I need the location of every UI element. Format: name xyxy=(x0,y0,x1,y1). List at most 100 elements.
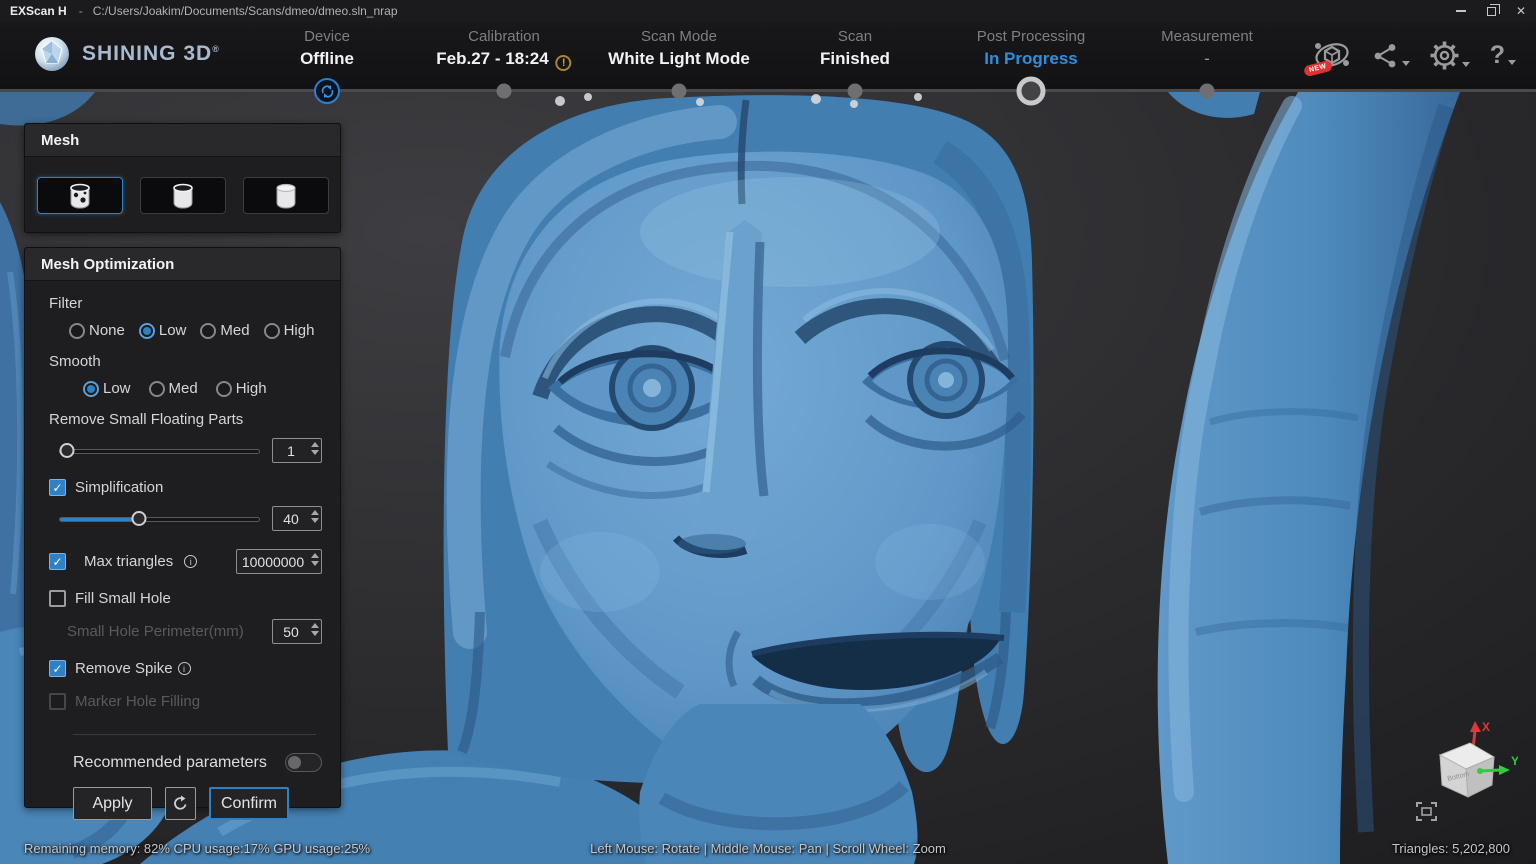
radio-label: Med xyxy=(169,380,198,397)
spinner-arrows[interactable] xyxy=(311,623,319,636)
spin-down-icon[interactable] xyxy=(311,631,319,636)
spin-down-icon[interactable] xyxy=(311,561,319,566)
simplification-row[interactable]: ✓ Simplification xyxy=(49,479,340,496)
slider-knob[interactable] xyxy=(132,511,147,526)
spinner-arrows[interactable] xyxy=(311,442,319,455)
scan-dot[interactable] xyxy=(848,84,863,99)
calibration-dot[interactable] xyxy=(497,84,512,99)
cylinder-closed-icon xyxy=(269,181,303,210)
mesh-panel-title: Mesh xyxy=(25,124,340,157)
remove-spike-checkbox[interactable]: ✓ xyxy=(49,660,66,677)
workflow-step-scan-mode[interactable]: Scan Mode White Light Mode xyxy=(608,28,750,69)
remove-spike-info-icon[interactable]: i xyxy=(178,662,191,675)
mesh-type-watertight-button[interactable] xyxy=(243,177,329,214)
step-value: Feb.27 - 18:24! xyxy=(436,49,571,71)
spinner-arrows[interactable] xyxy=(311,553,319,566)
spin-up-icon[interactable] xyxy=(311,510,319,515)
max-triangles-info-icon[interactable]: i xyxy=(184,555,197,568)
radio-label: Low xyxy=(159,322,187,339)
marker-hole-filling-checkbox[interactable] xyxy=(49,693,66,710)
radio-icon xyxy=(216,381,232,397)
share-button[interactable] xyxy=(1372,42,1410,69)
small-hole-perimeter-value[interactable] xyxy=(272,619,322,644)
spin-down-icon[interactable] xyxy=(311,450,319,455)
settings-button[interactable] xyxy=(1430,41,1470,70)
radio-icon xyxy=(264,323,280,339)
mesh-type-options xyxy=(25,157,340,214)
simplification-checkbox[interactable]: ✓ xyxy=(49,479,66,496)
fill-small-hole-row[interactable]: Fill Small Hole xyxy=(49,590,340,607)
mesh-type-semi-watertight-button[interactable] xyxy=(140,177,226,214)
workflow-step-scan[interactable]: Scan Finished xyxy=(820,28,890,69)
filter-med-radio[interactable]: Med xyxy=(200,322,249,339)
file-path: C:/Users/Joakim/Documents/Scans/dmeo/dme… xyxy=(93,4,398,18)
simplification-value[interactable] xyxy=(272,506,322,531)
exscan-window: EXScan H - C:/Users/Joakim/Documents/Sca… xyxy=(0,0,1536,864)
post-processing-dot[interactable] xyxy=(1017,77,1046,106)
registered-mark: ® xyxy=(212,44,220,54)
orientation-gizmo[interactable]: X Bottom Y xyxy=(1418,719,1518,814)
toggle-knob xyxy=(288,756,301,769)
help-icon: ? xyxy=(1490,42,1505,68)
fill-small-hole-label: Fill Small Hole xyxy=(75,590,171,607)
filter-radio-group: None Low Med High xyxy=(69,322,340,339)
radio-label: Med xyxy=(220,322,249,339)
confirm-button[interactable]: Confirm xyxy=(209,787,289,820)
step-value: Finished xyxy=(820,49,890,69)
spin-up-icon[interactable] xyxy=(311,442,319,447)
community-button[interactable]: NEW xyxy=(1312,38,1352,72)
workflow-step-post-processing[interactable]: Post Processing In Progress xyxy=(977,28,1085,69)
recommended-parameters-row: Recommended parameters xyxy=(73,753,322,772)
smooth-med-radio[interactable]: Med xyxy=(149,380,198,397)
filter-low-radio[interactable]: Low xyxy=(139,322,187,339)
filter-none-radio[interactable]: None xyxy=(69,322,125,339)
cylinder-unwatertight-icon xyxy=(63,181,97,210)
workflow-step-calibration[interactable]: Calibration Feb.27 - 18:24! xyxy=(436,28,571,71)
brand-logo: SHINING 3D® xyxy=(34,36,220,72)
filter-high-radio[interactable]: High xyxy=(264,322,315,339)
radio-label: High xyxy=(284,322,315,339)
workflow-step-device[interactable]: Device Offline xyxy=(300,28,354,69)
help-caret-icon xyxy=(1508,60,1516,65)
remove-spike-row[interactable]: ✓ Remove Spike i xyxy=(49,660,340,677)
close-button[interactable]: ✕ xyxy=(1506,0,1536,22)
panel-divider xyxy=(73,734,316,735)
recommended-parameters-toggle[interactable] xyxy=(285,753,322,772)
smooth-low-radio[interactable]: Low xyxy=(83,380,131,397)
radio-icon xyxy=(139,323,155,339)
device-sync-dot[interactable] xyxy=(314,78,340,104)
fill-small-hole-checkbox[interactable] xyxy=(49,590,66,607)
spin-up-icon[interactable] xyxy=(311,553,319,558)
smooth-high-radio[interactable]: High xyxy=(216,380,267,397)
max-triangles-value[interactable] xyxy=(236,549,322,574)
spinner-arrows[interactable] xyxy=(311,510,319,523)
floating-parts-slider[interactable] xyxy=(59,443,260,459)
restore-button[interactable] xyxy=(1476,0,1506,22)
radio-label: High xyxy=(236,380,267,397)
simplification-label: Simplification xyxy=(75,479,163,496)
max-triangles-checkbox[interactable]: ✓ xyxy=(49,553,66,570)
reset-button[interactable] xyxy=(165,787,196,820)
step-label: Post Processing xyxy=(977,28,1085,45)
spin-up-icon[interactable] xyxy=(311,623,319,628)
help-button[interactable]: ? xyxy=(1490,42,1516,68)
mesh-type-unwatertight-button[interactable] xyxy=(37,177,123,214)
max-triangles-input[interactable] xyxy=(236,549,322,574)
measurement-dot[interactable] xyxy=(1200,84,1215,99)
settings-caret-icon xyxy=(1462,62,1470,67)
simplification-slider-row xyxy=(59,506,322,531)
apply-button[interactable]: Apply xyxy=(73,787,152,820)
smooth-label: Smooth xyxy=(49,353,340,370)
scan-mode-dot[interactable] xyxy=(672,84,687,99)
spin-down-icon[interactable] xyxy=(311,518,319,523)
window-controls: ✕ xyxy=(1446,0,1536,22)
slider-knob[interactable] xyxy=(60,443,75,458)
radio-icon xyxy=(83,381,99,397)
mesh-panel: Mesh xyxy=(24,123,341,233)
share-icon xyxy=(1372,42,1399,69)
radio-icon xyxy=(69,323,85,339)
simplification-slider[interactable] xyxy=(59,511,260,527)
floating-parts-value[interactable] xyxy=(272,438,322,463)
minimize-button[interactable] xyxy=(1446,0,1476,22)
workflow-step-measurement[interactable]: Measurement - xyxy=(1161,28,1253,69)
